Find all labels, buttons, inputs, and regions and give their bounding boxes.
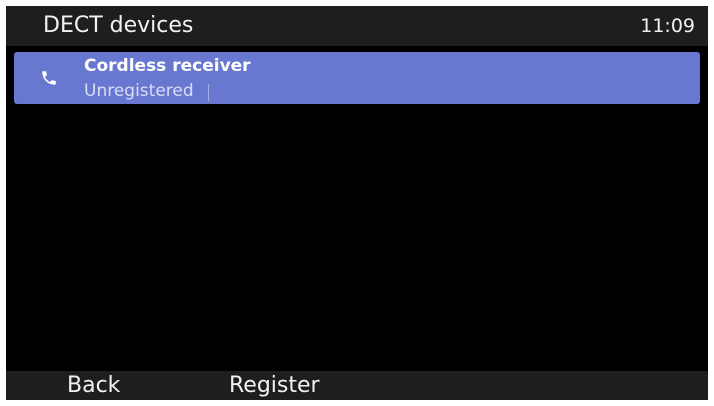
softkey-bar: Back Register [6,371,708,400]
clock: 11:09 [640,15,695,37]
device-name: Cordless receiver [84,56,251,76]
device-status: Unregistered [84,81,194,101]
device-list: Cordless receiver Unregistered [14,52,700,104]
device-item-cordless-receiver[interactable]: Cordless receiver Unregistered [14,52,700,104]
title-bar: DECT devices 11:09 [6,6,708,46]
back-button[interactable]: Back [67,373,120,399]
phone-screen: DECT devices 11:09 Cordless receiver Unr… [6,6,708,400]
phone-icon [42,71,56,85]
register-button[interactable]: Register [229,373,320,399]
text-cursor [208,84,209,101]
page-title: DECT devices [43,13,194,38]
